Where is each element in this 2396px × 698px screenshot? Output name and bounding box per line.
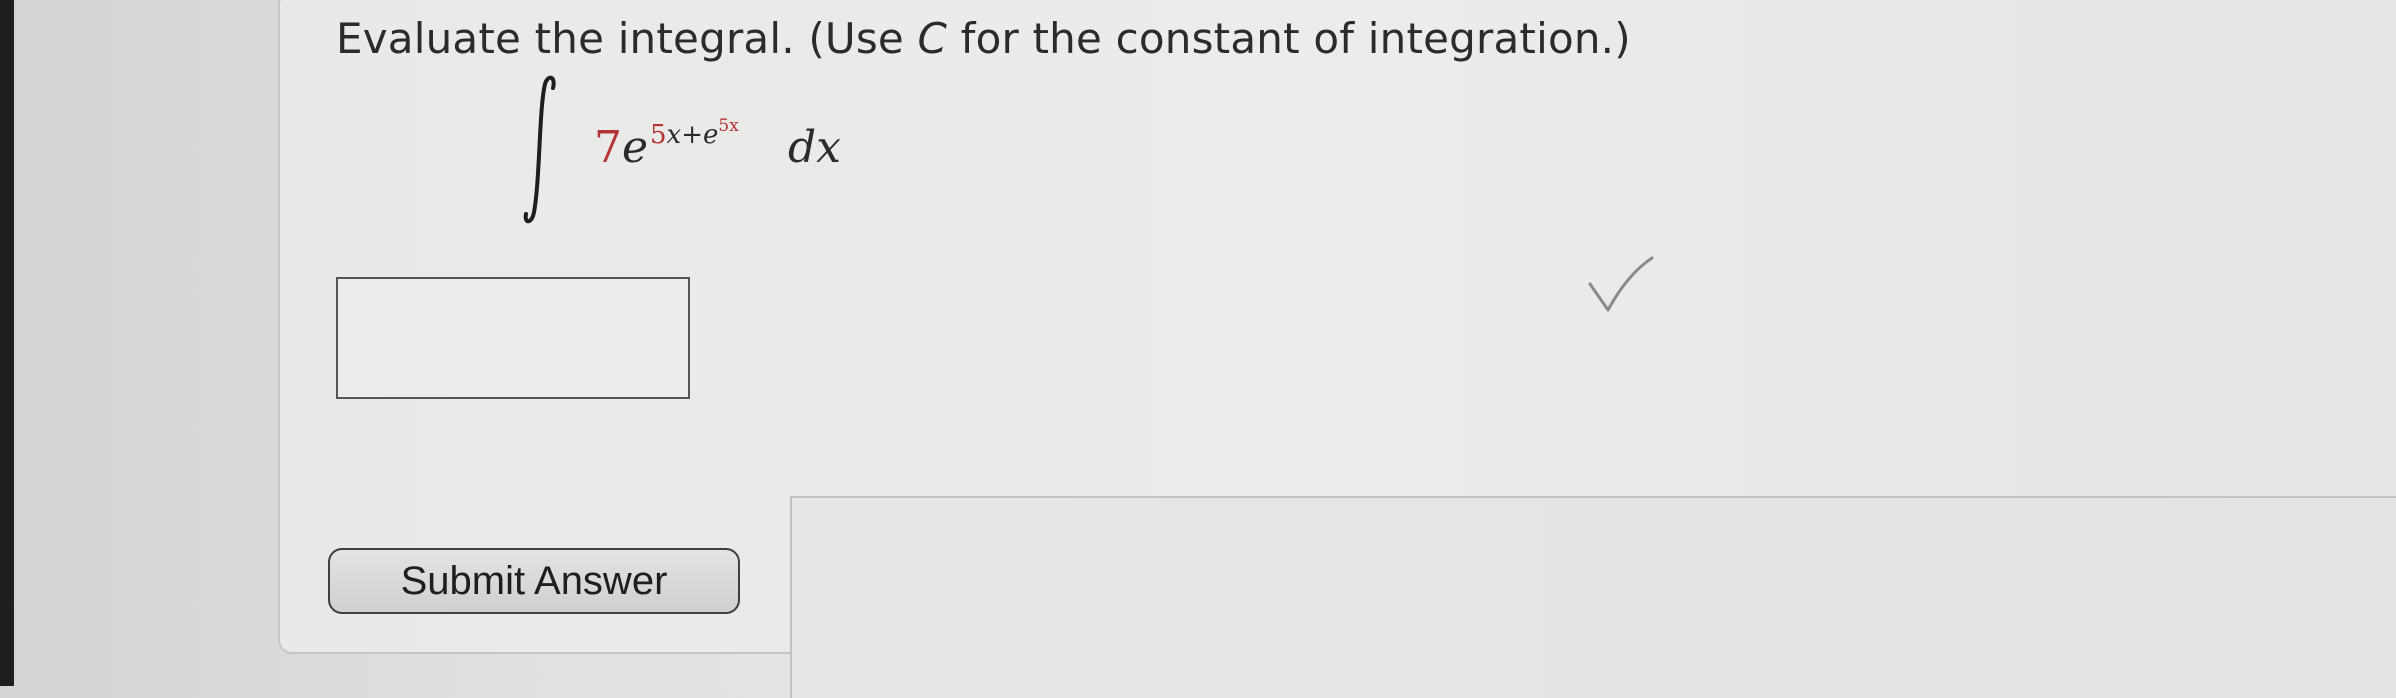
- base-e: e: [622, 122, 649, 173]
- exponent-inner-exponent: 5x: [718, 116, 739, 136]
- answer-input[interactable]: [336, 277, 690, 399]
- integral-sign-icon: [523, 75, 556, 224]
- lower-panel: [790, 496, 2396, 698]
- submit-answer-button[interactable]: Submit Answer: [328, 548, 740, 614]
- exponent-inner-base: e: [703, 120, 719, 150]
- prompt-text-after: for the constant of integration.): [947, 14, 1631, 63]
- coefficient: 7: [594, 122, 622, 173]
- differential: dx: [788, 122, 841, 173]
- exponent: 5x+e5x: [650, 116, 739, 150]
- exponent-coefficient: 5: [650, 120, 667, 150]
- integrand-coefficient-base: 7e: [594, 122, 648, 173]
- screen-edge: [0, 0, 14, 686]
- checkmark-icon: [1588, 256, 1654, 312]
- question-prompt: Evaluate the integral. (Use C for the co…: [336, 14, 1631, 63]
- prompt-variable: C: [917, 14, 948, 63]
- prompt-text-before: Evaluate the integral. (Use: [336, 14, 918, 63]
- exponent-variable: x: [666, 120, 682, 150]
- exponent-plus: +: [681, 120, 704, 150]
